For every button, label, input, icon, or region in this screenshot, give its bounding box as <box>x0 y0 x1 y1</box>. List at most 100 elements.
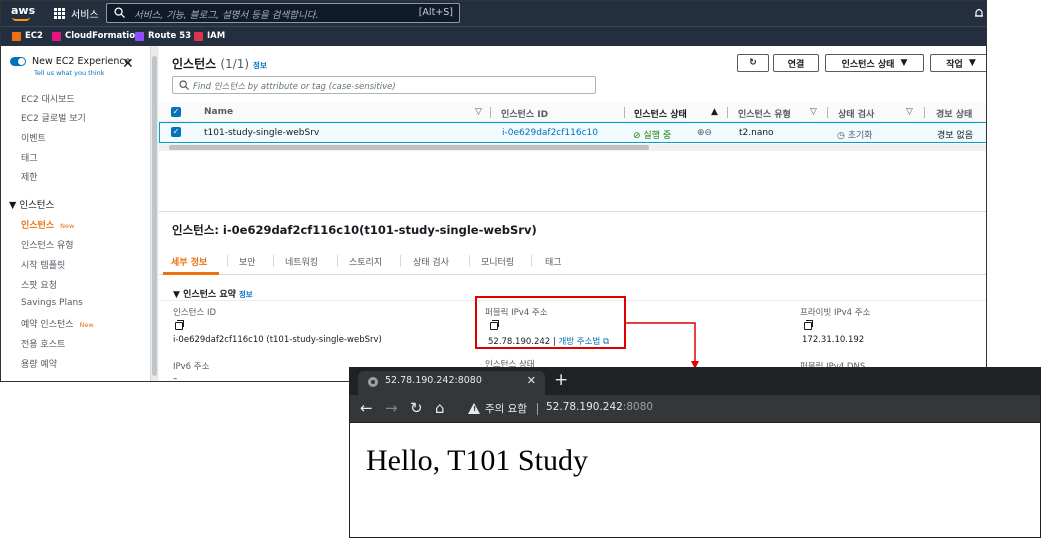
feedback-link[interactable]: Tell us what you think <box>34 69 105 77</box>
instance-id-label: 인스턴스 ID <box>173 308 217 318</box>
reload-icon[interactable]: ↻ <box>410 400 423 416</box>
instance-filter-input[interactable]: Find 인스턴스 by attribute or tag (case-sens… <box>172 76 596 94</box>
page-title: 인스턴스 (1/1) 정보 <box>172 57 267 71</box>
sidebar-item-savings-plans[interactable]: Savings Plans <box>21 298 83 308</box>
actions-button[interactable]: 작업 ▼ <box>930 54 986 72</box>
table-header: ✓ Name ▽ 인스턴스 ID 인스턴스 상태 ▲ 인스턴스 유형 ▽ 상태 … <box>159 103 986 122</box>
cloudformation-icon <box>52 31 61 41</box>
sidebar-item-limits[interactable]: 제한 <box>21 170 38 183</box>
warning-icon[interactable] <box>468 403 480 414</box>
divider <box>537 403 538 415</box>
column-alarm-status[interactable]: 경보 상태 <box>936 107 972 120</box>
close-icon[interactable]: ✕ <box>122 57 134 71</box>
home-icon[interactable]: ⌂ <box>435 400 445 416</box>
sidebar-item-instance-types[interactable]: 인스턴스 유형 <box>21 238 74 251</box>
tab-security[interactable]: 보안 <box>239 255 256 268</box>
instance-name: t101-study-single-webSrv <box>204 128 320 138</box>
sidebar: New EC2 Experience Tell us what you thin… <box>1 46 151 381</box>
tab-status-checks[interactable]: 상태 검사 <box>413 255 449 268</box>
new-experience-toggle[interactable] <box>10 57 26 66</box>
instance-state-button[interactable]: 인스턴스 상태 ▼ <box>825 54 924 72</box>
zoom-icons[interactable]: ⊕⊖ <box>697 128 712 138</box>
globe-icon <box>368 377 378 387</box>
sidebar-item-events[interactable]: 이벤트 <box>21 131 46 144</box>
status-check: ◷ 초기화 <box>837 131 873 141</box>
column-instance-state[interactable]: 인스턴스 상태 <box>634 107 687 120</box>
sidebar-item-launch-templates[interactable]: 시작 템플릿 <box>21 258 65 271</box>
instance-id-link[interactable]: i-0e629daf2cf116c10 <box>502 128 598 138</box>
refresh-button[interactable]: ↻ <box>737 54 769 72</box>
security-warning[interactable]: 주의 요함 <box>485 401 527 416</box>
search-input[interactable]: 서비스, 기능, 블로그, 설명서 등을 검색합니다. [Alt+S] <box>106 3 460 23</box>
column-status-check[interactable]: 상태 검사 <box>838 107 874 120</box>
info-link[interactable]: 정보 <box>239 290 253 299</box>
column-instance-type[interactable]: 인스턴스 유형 <box>738 107 791 120</box>
browser-tab-strip: 52.78.190.242:8080 ✕ + <box>350 368 1040 395</box>
new-tab-icon[interactable]: + <box>554 370 568 390</box>
ipv6-label: IPv6 주소 <box>173 362 210 372</box>
connect-button[interactable]: 연결 <box>773 54 819 72</box>
aws-logo[interactable]: aws <box>11 4 35 21</box>
page-content: Hello, T101 Study <box>366 444 588 477</box>
iam-icon <box>194 31 203 41</box>
active-tab-indicator <box>163 272 219 275</box>
services-grid-icon[interactable] <box>54 8 65 19</box>
search-icon <box>179 80 189 90</box>
tab-networking[interactable]: 네트워킹 <box>285 255 318 268</box>
route53-icon <box>135 31 144 41</box>
sidebar-section-instances[interactable]: ▼ 인스턴스 <box>9 197 54 211</box>
sidebar-item-spot-requests[interactable]: 스팟 요청 <box>21 278 57 291</box>
sidebar-item-reserved-instances[interactable]: 예약 인스턴스 New <box>21 317 94 330</box>
sort-asc-icon[interactable]: ▲ <box>711 107 718 117</box>
sort-icon[interactable]: ▽ <box>475 107 482 117</box>
instance-type: t2.nano <box>739 128 774 138</box>
browser-tab[interactable]: 52.78.190.242:8080 ✕ <box>358 371 545 395</box>
tab-monitoring[interactable]: 모니터링 <box>481 255 514 268</box>
copy-icon[interactable] <box>175 320 184 330</box>
sidebar-item-instances[interactable]: 인스턴스 New <box>21 218 74 231</box>
select-all-checkbox[interactable]: ✓ <box>171 107 181 117</box>
sort-icon[interactable]: ▽ <box>906 107 913 117</box>
annotation-arrow <box>626 322 699 369</box>
sidebar-scroll-thumb[interactable] <box>152 56 157 376</box>
table-row[interactable]: ✓ t101-study-single-webSrv i-0e629daf2cf… <box>159 122 986 143</box>
forward-icon[interactable]: → <box>385 400 398 416</box>
favorites-bar: EC2 CloudFormation Route 53 IAM <box>1 26 986 46</box>
column-name[interactable]: Name <box>204 107 233 117</box>
sidebar-item-tags[interactable]: 태그 <box>21 151 38 164</box>
detail-title: 인스턴스: i-0e629daf2cf116c10(t101-study-sin… <box>172 223 537 237</box>
tab-tags[interactable]: 태그 <box>545 255 562 268</box>
favorite-ec2[interactable]: EC2 <box>12 31 43 41</box>
info-link[interactable]: 정보 <box>253 61 267 70</box>
search-icon <box>114 7 125 18</box>
address-bar[interactable]: 52.78.190.242:8080 <box>546 401 653 413</box>
sidebar-item-dashboard[interactable]: EC2 대시보드 <box>21 92 75 105</box>
copy-icon[interactable] <box>804 320 813 330</box>
sidebar-item-dedicated-hosts[interactable]: 전용 호스트 <box>21 337 65 350</box>
sort-icon[interactable]: ▽ <box>810 107 817 117</box>
private-ip-value: 172.31.10.192 <box>802 335 865 345</box>
private-ip-label: 프라이빗 IPv4 주소 <box>800 308 871 318</box>
services-menu[interactable]: 서비스 <box>71 6 99 21</box>
sidebar-item-global-view[interactable]: EC2 글로벌 보기 <box>21 111 86 124</box>
favorite-cloudformation[interactable]: CloudFormation <box>52 31 141 41</box>
search-placeholder: 서비스, 기능, 블로그, 설명서 등을 검색합니다. <box>134 10 319 21</box>
ipv6-value: – <box>173 374 178 382</box>
tab-details[interactable]: 세부 정보 <box>171 255 207 268</box>
close-icon[interactable]: ✕ <box>527 374 536 387</box>
sidebar-item-capacity-reservations[interactable]: 용량 예약 <box>21 357 57 370</box>
row-checkbox[interactable]: ✓ <box>171 127 181 137</box>
column-instance-id[interactable]: 인스턴스 ID <box>501 107 548 120</box>
notification-bell-icon[interactable] <box>974 7 984 19</box>
tab-storage[interactable]: 스토리지 <box>349 255 382 268</box>
favorite-route53[interactable]: Route 53 <box>135 31 191 41</box>
browser-toolbar: ← → ↻ ⌂ 주의 요함 52.78.190.242:8080 <box>350 395 1040 423</box>
favorite-iam[interactable]: IAM <box>194 31 225 41</box>
caret-down-icon: ▼ <box>968 58 976 68</box>
running-icon: ⊘ <box>633 131 641 141</box>
instance-state: ⊘ 실행 중 <box>633 131 672 141</box>
back-icon[interactable]: ← <box>360 400 373 416</box>
summary-heading[interactable]: ▼ 인스턴스 요약 정보 <box>173 287 253 300</box>
horizontal-scroll-thumb[interactable] <box>169 145 649 150</box>
search-shortcut: [Alt+S] <box>418 7 453 18</box>
